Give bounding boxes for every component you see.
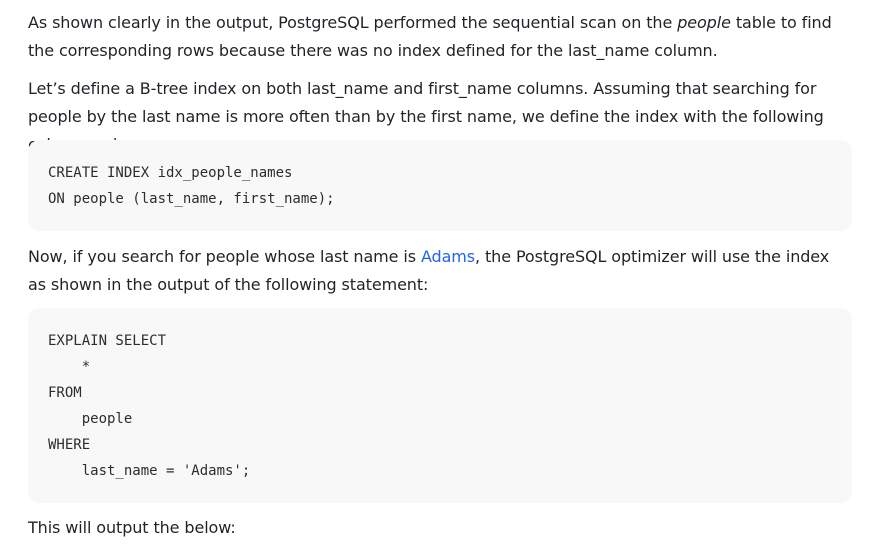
code-line: WHERE: [48, 437, 91, 453]
code-line: people: [48, 411, 133, 427]
code-line: last_name = 'Adams';: [48, 463, 251, 479]
code-line: *: [48, 359, 91, 375]
code-block-create-index[interactable]: CREATE INDEX idx_people_names ON people …: [28, 140, 852, 231]
code-block-explain-select[interactable]: EXPLAIN SELECT * FROM people WHERE last_…: [28, 308, 852, 503]
table-name-emphasis: people: [677, 13, 731, 32]
code-line: EXPLAIN SELECT: [48, 333, 167, 349]
paragraph-text: This will output the below:: [28, 518, 236, 537]
paragraph-text: As shown clearly in the output, PostgreS…: [28, 13, 678, 32]
paragraph-sequential-scan: As shown clearly in the output, PostgreS…: [28, 9, 850, 65]
code-line: FROM: [48, 385, 82, 401]
paragraph-text: Now, if you search for people whose last…: [28, 247, 421, 266]
code-line: ON people (last_name, first_name);: [48, 191, 335, 207]
paragraph-optimizer-index: Now, if you search for people whose last…: [28, 243, 850, 299]
article-content: As shown clearly in the output, PostgreS…: [0, 0, 890, 550]
adams-link[interactable]: Adams: [421, 247, 475, 266]
code-line: CREATE INDEX idx_people_names: [48, 165, 293, 181]
paragraph-output-intro: This will output the below:: [28, 514, 850, 542]
